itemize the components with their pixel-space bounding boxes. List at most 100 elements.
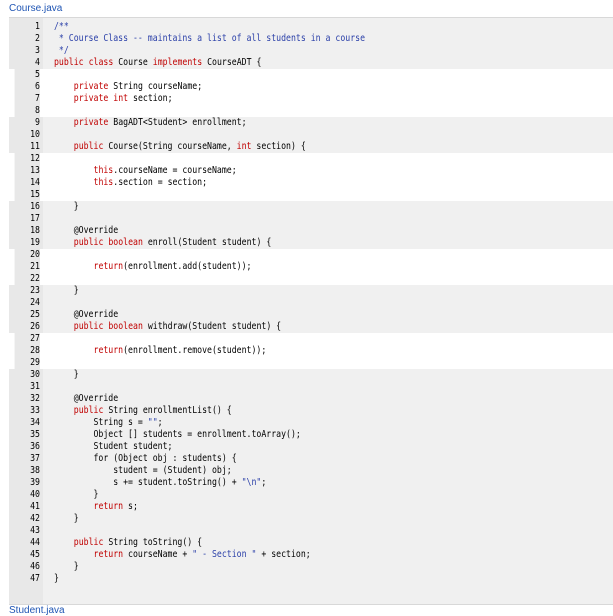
code-text: }: [54, 561, 79, 572]
line-number: 20: [14, 249, 40, 261]
code-line: 20: [9, 249, 613, 261]
code-text: private int section;: [73, 93, 173, 104]
line-number: 34: [30, 417, 40, 428]
code-line: 7 private int section;: [9, 93, 613, 105]
line-number: 6: [14, 81, 40, 93]
line-number: 12: [14, 153, 40, 165]
code-text: public class Course implements CourseADT…: [54, 57, 262, 68]
code-text: return s;: [93, 501, 138, 512]
code-text: @Override: [54, 225, 119, 236]
line-number: 36: [30, 441, 40, 452]
line-number: 7: [14, 93, 40, 105]
line-number: 46: [30, 561, 40, 572]
line-number: 32: [30, 393, 40, 404]
code-line: 26 public boolean withdraw(Student stude…: [9, 321, 613, 333]
code-line: 14 this.section = section;: [9, 177, 613, 189]
code-line: 13 this.courseName = courseName;: [9, 165, 613, 177]
code-text: String s = "";: [54, 417, 163, 428]
code-line: 24: [9, 297, 613, 309]
code-text: this.section = section;: [93, 177, 208, 188]
code-line: 6 private String courseName;: [9, 81, 613, 93]
line-number: 44: [30, 537, 40, 548]
code-text: }: [54, 573, 59, 584]
line-number: 28: [14, 345, 40, 357]
code-text: private String courseName;: [73, 81, 203, 92]
code-line: 32 @Override: [9, 393, 613, 405]
code-text: return(enrollment.remove(student));: [93, 345, 267, 356]
line-number: 18: [30, 225, 40, 236]
code-line: 41 return s;: [9, 501, 613, 513]
code-line: 39 s += student.toString() + "\n";: [9, 477, 613, 489]
code-line: 25 @Override: [9, 309, 613, 321]
code-text: @Override: [54, 393, 119, 404]
line-number: 45: [30, 549, 40, 560]
line-number: 25: [30, 309, 40, 320]
code-line: 4 public class Course implements CourseAD…: [9, 57, 613, 69]
code-line: 22: [9, 273, 613, 285]
line-number: 1: [35, 21, 40, 32]
code-line: 5: [9, 69, 613, 81]
line-number: 29: [14, 357, 40, 369]
code-line: 29: [9, 357, 613, 369]
line-number: 42: [30, 513, 40, 524]
line-number: 41: [30, 501, 40, 512]
code-line: 11 public Course(String courseName, int …: [9, 141, 613, 153]
line-number: 35: [30, 429, 40, 440]
code-line: 34 String s = "";: [9, 417, 613, 429]
line-number: 24: [30, 297, 40, 308]
code-text: for (Object obj : students) {: [54, 453, 237, 464]
code-line: 2 * Course Class -- maintains a list of …: [9, 33, 613, 45]
code-line: 1 /**: [9, 21, 613, 33]
line-number: 2: [35, 33, 40, 44]
code-line: 40 }: [9, 489, 613, 501]
line-number: 4: [35, 57, 40, 68]
code-line: 47}: [9, 573, 613, 585]
code-text: s += student.toString() + "\n";: [54, 477, 267, 488]
code-line: 28 return(enrollment.remove(student));: [9, 345, 613, 357]
code-text: * Course Class -- maintains a list of al…: [54, 33, 366, 44]
code-line: 18 @Override: [9, 225, 613, 237]
line-number: 9: [35, 117, 40, 128]
code-line: 3 */: [9, 45, 613, 57]
code-line: 17: [9, 213, 613, 225]
code-text: student = (Student) obj;: [54, 465, 232, 476]
code-line: 37 for (Object obj : students) {: [9, 453, 613, 465]
line-number: 23: [30, 285, 40, 296]
code-line: 42 }: [9, 513, 613, 525]
code-line: 38 student = (Student) obj;: [9, 465, 613, 477]
code-text: private BagADT<Student> enrollment;: [73, 117, 247, 128]
code-text: Student student;: [54, 441, 173, 452]
line-number: 40: [30, 489, 40, 500]
code-line: 43: [9, 525, 613, 537]
line-number: 43: [30, 525, 40, 536]
line-number: 15: [14, 189, 40, 201]
line-number: 31: [30, 381, 40, 392]
code-line: 46 }: [9, 561, 613, 573]
line-number: 17: [30, 213, 40, 224]
code-line: 45 return courseName + " - Section " + s…: [9, 549, 613, 561]
line-number: 21: [14, 261, 40, 273]
code-text: public Course(String courseName, int sec…: [73, 141, 306, 152]
line-number: 33: [30, 405, 40, 416]
code-text: }: [54, 513, 79, 524]
code-line: 30 }: [9, 369, 613, 381]
code-text: @Override: [54, 309, 119, 320]
line-number: 19: [30, 237, 40, 248]
code-text: this.courseName = courseName;: [93, 165, 237, 176]
code-listing: 1/** 2 * Course Class -- maintains a list…: [9, 17, 613, 605]
line-number: 3: [35, 45, 40, 56]
file-link-course-java[interactable]: Course.java: [9, 3, 62, 14]
code-text: return(enrollment.add(student));: [93, 261, 252, 272]
code-line: 31: [9, 381, 613, 393]
line-number: 38: [30, 465, 40, 476]
code-text: }: [54, 489, 99, 500]
line-number: 47: [30, 573, 40, 584]
code-text: public String toString() {: [73, 537, 203, 548]
line-number: 22: [14, 273, 40, 285]
code-line: 27: [9, 333, 613, 345]
line-number: 30: [30, 369, 40, 380]
file-link-student-java[interactable]: Student.java: [9, 605, 65, 616]
code-text: */: [54, 45, 69, 56]
line-number: 16: [30, 201, 40, 212]
line-number: 26: [30, 321, 40, 332]
